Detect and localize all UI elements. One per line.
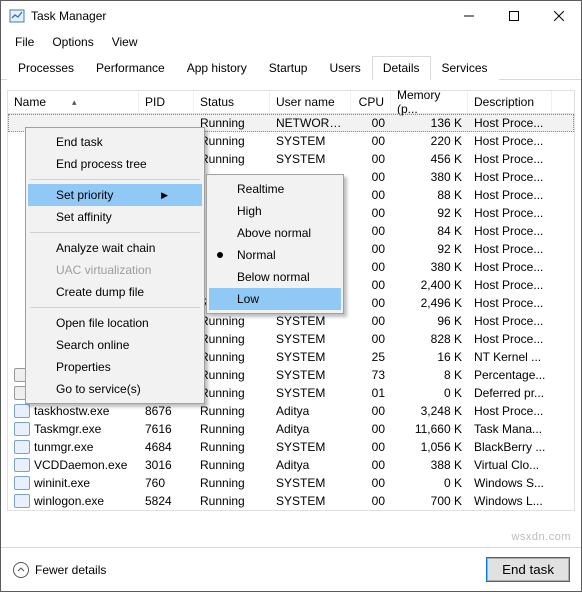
ctx-end-task[interactable]: End task	[28, 131, 202, 153]
ctx-open-file-location[interactable]: Open file location	[28, 312, 202, 334]
menu-options[interactable]: Options	[44, 33, 103, 51]
watermark: wsxdn.com	[511, 531, 571, 543]
close-button[interactable]	[536, 1, 581, 31]
tabs: ProcessesPerformanceApp historyStartupUs…	[1, 55, 581, 80]
end-task-button[interactable]: End task	[487, 558, 569, 581]
chevron-up-icon	[13, 562, 29, 578]
col-user[interactable]: User name	[270, 91, 351, 113]
footer: Fewer details End task	[1, 547, 581, 591]
col-mem[interactable]: Memory (p...	[391, 91, 468, 113]
process-icon	[14, 440, 30, 454]
table-row[interactable]: wininit.exe760RunningSYSTEM000 KWindows …	[8, 474, 574, 492]
sort-asc-icon: ▴	[72, 97, 77, 108]
titlebar[interactable]: Task Manager	[1, 1, 581, 31]
menu-view[interactable]: View	[104, 33, 148, 51]
radio-checked-icon	[217, 252, 223, 258]
tab-startup[interactable]: Startup	[258, 56, 319, 80]
table-row[interactable]: winlogon.exe5824RunningSYSTEM00700 KWind…	[8, 492, 574, 510]
process-icon	[14, 494, 30, 508]
priority-above-normal[interactable]: Above normal	[209, 222, 341, 244]
tab-processes[interactable]: Processes	[7, 56, 85, 80]
col-name[interactable]: Name▴	[8, 91, 139, 113]
process-icon	[14, 422, 30, 436]
priority-below-normal[interactable]: Below normal	[209, 266, 341, 288]
col-cpu[interactable]: CPU	[351, 91, 391, 113]
minimize-button[interactable]	[446, 1, 491, 31]
table-row[interactable]: taskhostw.exe8676RunningAditya003,248 KH…	[8, 402, 574, 420]
menu-file[interactable]: File	[7, 33, 44, 51]
ctx-search-online[interactable]: Search online	[28, 334, 202, 356]
tab-performance[interactable]: Performance	[85, 56, 176, 80]
fewer-details-label: Fewer details	[35, 563, 106, 577]
tab-details[interactable]: Details	[372, 56, 431, 80]
ctx-create-dump-file[interactable]: Create dump file	[28, 281, 202, 303]
window-title: Task Manager	[31, 9, 446, 23]
tab-services[interactable]: Services	[431, 56, 499, 80]
task-manager-window: Task Manager FileOptionsView ProcessesPe…	[0, 0, 582, 592]
table-row[interactable]: tunmgr.exe4684RunningSYSTEM001,056 KBlac…	[8, 438, 574, 456]
context-menu[interactable]: End taskEnd process tree Set priority▶Set…	[25, 127, 205, 404]
menubar: FileOptionsView	[1, 31, 581, 55]
ctx-end-process-tree[interactable]: End process tree	[28, 153, 202, 175]
process-icon	[14, 404, 30, 418]
priority-low[interactable]: Low	[209, 288, 341, 310]
tab-app-history[interactable]: App history	[176, 56, 258, 80]
app-icon	[9, 8, 25, 24]
column-headers[interactable]: Name▴ PID Status User name CPU Memory (p…	[7, 90, 575, 114]
table-row[interactable]: Taskmgr.exe7616RunningAditya0011,660 KTa…	[8, 420, 574, 438]
ctx-go-to-service-s-[interactable]: Go to service(s)	[28, 378, 202, 400]
col-desc[interactable]: Description	[468, 91, 552, 113]
ctx-analyze-wait-chain[interactable]: Analyze wait chain	[28, 237, 202, 259]
maximize-button[interactable]	[491, 1, 536, 31]
ctx-properties[interactable]: Properties	[28, 356, 202, 378]
submenu-arrow-icon: ▶	[131, 190, 168, 201]
process-icon	[14, 476, 30, 490]
ctx-set-affinity[interactable]: Set affinity	[28, 206, 202, 228]
fewer-details-button[interactable]: Fewer details	[13, 562, 106, 578]
priority-normal[interactable]: Normal	[209, 244, 341, 266]
priority-realtime[interactable]: Realtime	[209, 178, 341, 200]
col-pid[interactable]: PID	[139, 91, 194, 113]
tab-users[interactable]: Users	[318, 56, 371, 80]
priority-submenu[interactable]: RealtimeHighAbove normalNormalBelow norm…	[206, 174, 344, 314]
process-icon	[14, 458, 30, 472]
col-status[interactable]: Status	[194, 91, 270, 113]
ctx-uac-virtualization: UAC virtualization	[28, 259, 202, 281]
table-row[interactable]: VCDDaemon.exe3016RunningAditya00388 KVir…	[8, 456, 574, 474]
ctx-set-priority[interactable]: Set priority▶	[28, 184, 202, 206]
priority-high[interactable]: High	[209, 200, 341, 222]
